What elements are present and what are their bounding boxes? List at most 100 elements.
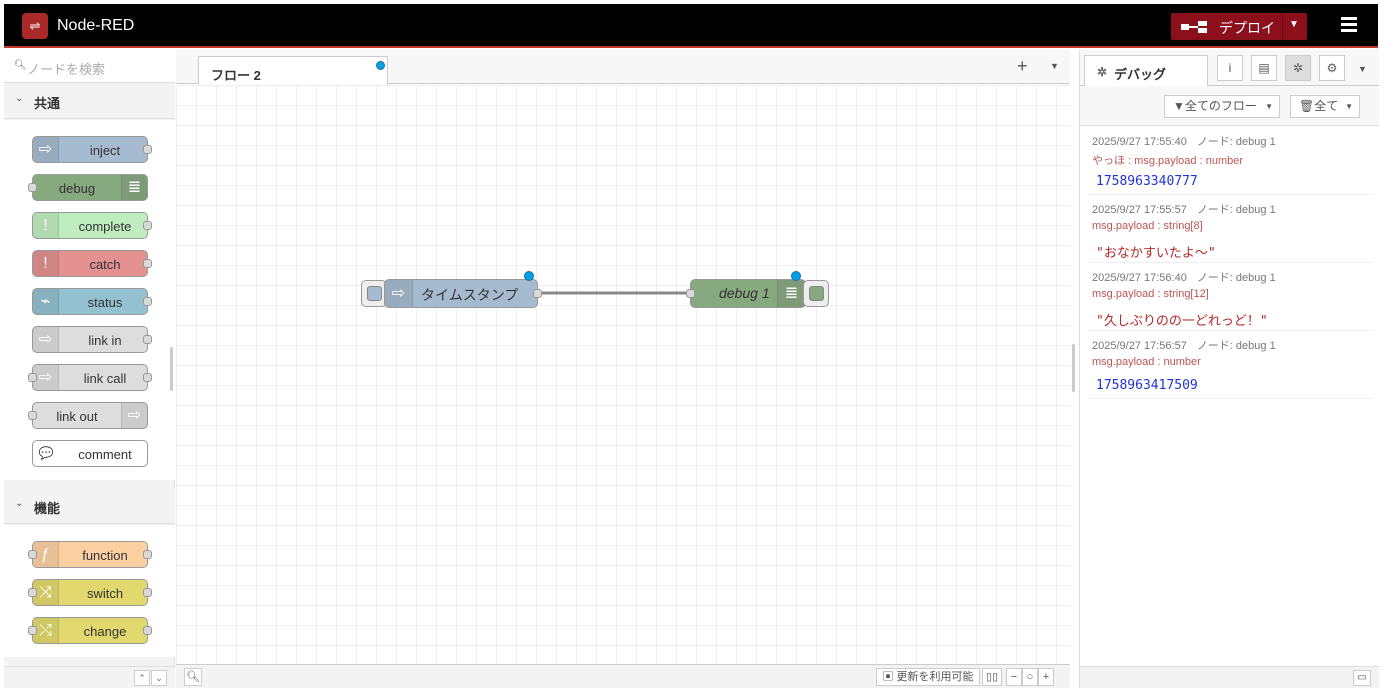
palette-node-label: debug — [58, 181, 96, 196]
palette-node-catch[interactable]: ! catch — [32, 250, 152, 277]
message-time: 2025/9/27 17:56:57 — [1092, 340, 1187, 352]
node-icon: ⇨ — [121, 403, 147, 428]
flow-node-timestamp[interactable]: ⇨ タイムスタンプ — [384, 271, 542, 308]
category-label: 機能 — [34, 501, 61, 516]
zoom-reset-icon[interactable]: ○ — [1022, 668, 1038, 686]
flow-list-caret-icon[interactable]: ▼ — [1050, 61, 1059, 71]
message-type: msg.payload : string[8] — [1092, 220, 1203, 232]
message-meta: 2025/9/27 17:55:57 ノード: debug 1 — [1092, 201, 1276, 217]
palette-footer: ⌃ ⌄ — [4, 666, 175, 688]
filter-flows-label: 全てのフロー — [1184, 99, 1257, 113]
palette-node-status[interactable]: ⌁ status — [32, 288, 152, 315]
output-port — [143, 335, 152, 344]
message-node-link[interactable]: ノード: debug 1 — [1197, 340, 1276, 352]
message-type: msg.payload : string[12] — [1092, 288, 1209, 300]
node-icon: ≣ — [121, 175, 147, 200]
palette-node-label: catch — [89, 257, 121, 272]
node-red-logo-icon: ⇌ — [22, 13, 48, 39]
workspace-footer: 🔍︎ ▣ 更新を利用可能 ▯▯ − ○ + — [176, 664, 1070, 688]
message-meta: 2025/9/27 17:55:40 ノード: debug 1 — [1092, 133, 1276, 149]
tab-flow-2[interactable]: フロー 2 — [198, 56, 388, 85]
zoom-in-icon[interactable]: + — [1038, 668, 1054, 686]
palette-node-comment[interactable]: 💬 comment — [32, 440, 148, 467]
flow-node-debug-1[interactable]: debug 1 ≣ — [686, 271, 806, 308]
deploy-button[interactable]: デプロイ ▼ — [1171, 13, 1307, 40]
output-port — [143, 259, 152, 268]
message-value[interactable]: "久しぶりのの一どれっど！" — [1096, 310, 1268, 329]
palette-category-0[interactable]: ⌄ 共通 — [4, 83, 175, 119]
palette-node-label: status — [87, 295, 123, 310]
add-flow-icon[interactable]: + — [1017, 56, 1028, 77]
bug-icon: ✲ — [1097, 65, 1108, 79]
message-value[interactable]: 1758963417509 — [1096, 378, 1198, 393]
tab-debug[interactable]: ✲ デバッグ — [1084, 55, 1208, 87]
collapse-all-icon[interactable]: ⌃ — [134, 670, 150, 686]
input-port — [28, 588, 37, 597]
palette-search-input[interactable]: 🔍︎ ノードを検索 — [4, 50, 175, 83]
palette-node-link-out[interactable]: ⇨ link out — [28, 402, 148, 429]
palette-node-label: link call — [83, 371, 127, 386]
config-gear-icon[interactable]: ⚙ — [1319, 55, 1345, 81]
zoom-out-icon[interactable]: − — [1006, 668, 1022, 686]
trash-icon: 🗑︎ — [1299, 99, 1315, 113]
help-book-icon[interactable]: ▤ — [1251, 55, 1277, 81]
message-node-link[interactable]: ノード: debug 1 — [1197, 204, 1276, 216]
input-port[interactable] — [686, 289, 695, 298]
palette-node-label: inject — [89, 143, 121, 158]
input-port — [28, 183, 37, 192]
clear-all-dropdown[interactable]: 🗑︎全て ▼ — [1290, 95, 1360, 118]
chevron-down-icon: ⌄ — [15, 93, 24, 104]
palette-node-inject[interactable]: ⇨ inject — [32, 136, 152, 163]
palette-category-1[interactable]: ⌄ 機能 — [4, 488, 175, 524]
message-value[interactable]: "おなかすいたよ〜" — [1096, 242, 1216, 261]
tab-changed-indicator — [376, 61, 385, 70]
sidebar-menu-caret-icon[interactable]: ▼ — [1358, 64, 1367, 74]
palette-node-change[interactable]: ⤭ change — [28, 617, 152, 644]
palette-node-switch[interactable]: ⤨ switch — [28, 579, 152, 606]
palette-node-debug[interactable]: ≣ debug — [28, 174, 148, 201]
filter-flows-dropdown[interactable]: ▼全てのフロー ▼ — [1164, 95, 1280, 118]
palette-node-label: switch — [86, 586, 124, 601]
debug-message[interactable]: 2025/9/27 17:56:57 ノード: debug 1 msg.payloa… — [1086, 331, 1373, 399]
output-port — [143, 221, 152, 230]
palette-node-function[interactable]: ƒ function — [28, 541, 152, 568]
sidebar-splitter[interactable] — [1072, 344, 1075, 392]
debug-toggle-button[interactable] — [803, 280, 829, 307]
navigator-map-icon[interactable]: ▯▯ — [982, 668, 1002, 686]
debug-message[interactable]: 2025/9/27 17:55:57 ノード: debug 1 msg.payloa… — [1086, 195, 1373, 263]
debug-bug-icon[interactable]: ✲ — [1285, 55, 1311, 81]
palette-node-complete[interactable]: ! complete — [32, 212, 152, 239]
node-icon: ⌁ — [33, 289, 59, 314]
message-type: msg.payload : number — [1092, 356, 1201, 368]
changed-indicator — [791, 271, 801, 281]
message-meta: 2025/9/27 17:56:40 ノード: debug 1 — [1092, 269, 1276, 285]
message-value[interactable]: 1758963340777 — [1096, 174, 1198, 189]
expand-all-icon[interactable]: ⌄ — [151, 670, 167, 686]
output-port[interactable] — [533, 289, 542, 298]
flow-canvas[interactable]: ⇨ タイムスタンプ debug 1 ≣ — [176, 85, 1070, 664]
message-node-link[interactable]: ノード: debug 1 — [1197, 272, 1276, 284]
debug-message[interactable]: 2025/9/27 17:55:40 ノード: debug 1 やっほ : msg.… — [1086, 127, 1373, 195]
palette-node-label: change — [83, 624, 127, 639]
message-time: 2025/9/27 17:55:40 — [1092, 136, 1187, 148]
palette-node-link-in[interactable]: ⇨ link in — [32, 326, 152, 353]
palette-splitter[interactable] — [170, 347, 173, 391]
main-menu-icon[interactable] — [1341, 17, 1357, 35]
debug-message[interactable]: 2025/9/27 17:56:40 ノード: debug 1 msg.payloa… — [1086, 263, 1373, 331]
debug-messages: 2025/9/27 17:55:40 ノード: debug 1 やっほ : msg.… — [1086, 127, 1373, 399]
open-debug-window-icon[interactable]: ▭ — [1353, 670, 1371, 686]
info-icon[interactable]: i — [1217, 55, 1243, 81]
header: ⇌ Node-RED デプロイ ▼ — [4, 4, 1378, 48]
comment-icon: 💬 — [38, 446, 54, 460]
inject-icon: ⇨ — [385, 280, 413, 307]
deploy-caret-icon[interactable]: ▼ — [1289, 19, 1299, 30]
message-meta: 2025/9/27 17:56:57 ノード: debug 1 — [1092, 337, 1276, 353]
node-icon: ⇨ — [33, 137, 59, 162]
workspace: フロー 2 + ▼ ⇨ タイムスタンプ debug 1 ≣ 🔍︎ ▣ 更新を利用… — [176, 50, 1070, 688]
palette-node-link-call[interactable]: ⇨ link call — [28, 364, 152, 391]
search-flows-icon[interactable]: 🔍︎ — [184, 668, 202, 686]
message-node-link[interactable]: ノード: debug 1 — [1197, 136, 1276, 148]
update-available-button[interactable]: ▣ 更新を利用可能 — [876, 668, 980, 686]
input-port — [28, 373, 37, 382]
output-port — [143, 626, 152, 635]
